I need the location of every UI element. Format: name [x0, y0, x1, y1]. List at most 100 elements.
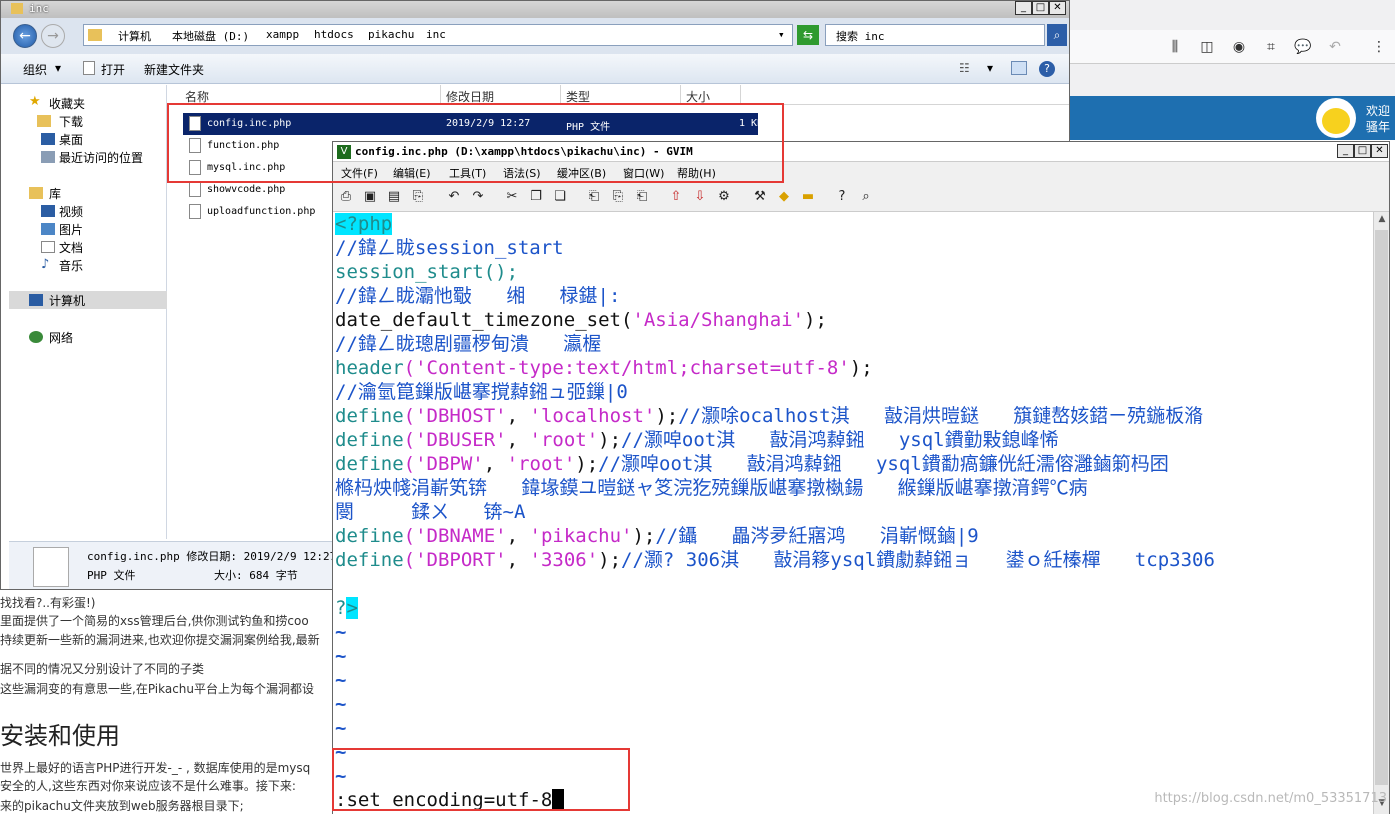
php-close-tag-gt: >: [346, 597, 358, 619]
code-token: define: [335, 453, 404, 475]
help-icon[interactable]: ?: [833, 188, 851, 206]
gvim-toolbar: ⎙ ▣ ▤ ⎘ ↶ ↷ ✂ ❐ ❏ ⎗ ⎘ ⎗ ⇧ ⇩ ⚙ ⚒ ◆ ▬ ? ⌕: [333, 184, 1389, 212]
save-icon[interactable]: ▣: [361, 188, 379, 206]
code-token: (: [403, 453, 416, 475]
paste-icon[interactable]: ❏: [551, 188, 569, 206]
code-line: date_default_timezone_set('Asia/Shanghai…: [335, 308, 827, 332]
code-token: //灏唕oot淇 敼涓鸿繛鎺 ysql鐨勫瘑鐮侊紝濡傛灉鏀箣杩囨: [598, 453, 1169, 475]
sidebar-icon[interactable]: ◫: [1198, 38, 1216, 56]
vertical-scrollbar[interactable]: ▲ ▼: [1373, 212, 1389, 814]
maximize-button[interactable]: □: [1032, 1, 1049, 15]
make-icon[interactable]: ⚒: [751, 188, 769, 206]
shell-icon[interactable]: ◆: [775, 188, 793, 206]
save-all-icon[interactable]: ▤: [385, 188, 403, 206]
nav-desktop[interactable]: 桌面: [59, 131, 83, 148]
organize-button[interactable]: 组织: [23, 61, 47, 78]
find-next-icon[interactable]: ⎘: [609, 188, 627, 206]
menu-icon[interactable]: ⋮: [1370, 38, 1388, 56]
code-line: <?php: [335, 212, 393, 236]
run-script-icon[interactable]: ⚙: [715, 188, 733, 206]
code-line: //鍏ㄥ眬璁剧疆椤甸潰 瀛楃: [335, 333, 602, 355]
undo-icon[interactable]: ↶: [1326, 38, 1344, 56]
nav-libraries[interactable]: 库: [49, 185, 61, 202]
command-bar: 组织 ▾ 打开 新建文件夹 ☷ ▾ ?: [1, 54, 1069, 84]
print-icon[interactable]: ⎘: [409, 188, 427, 206]
nav-favorites[interactable]: 收藏夹: [49, 95, 85, 112]
details-size: 大小: 684 字节: [214, 569, 298, 582]
account-icon[interactable]: ◉: [1230, 38, 1248, 56]
scroll-thumb[interactable]: [1375, 230, 1388, 785]
code-token: define: [335, 429, 404, 451]
code-token: 'Asia/Shanghai': [632, 309, 805, 331]
chevron-down-icon[interactable]: ▾: [55, 61, 61, 75]
help-icon[interactable]: ?: [1039, 61, 1055, 77]
open-button[interactable]: 打开: [101, 61, 125, 78]
search-input[interactable]: 搜索 inc: [825, 24, 1045, 46]
view-options-icon[interactable]: ☷: [959, 61, 970, 75]
nav-videos[interactable]: 视频: [59, 203, 83, 220]
network-icon: [29, 331, 43, 343]
explorer-title-bar[interactable]: inc _ □ ✕: [1, 1, 1069, 18]
minimize-button[interactable]: _: [1337, 144, 1354, 158]
new-folder-button[interactable]: 新建文件夹: [144, 61, 204, 78]
welcome-text-2: 骚年: [1366, 120, 1391, 134]
load-session-icon[interactable]: ⇧: [667, 188, 685, 206]
breadcrumb-xampp[interactable]: xampp: [266, 28, 299, 41]
forward-button[interactable]: →: [41, 24, 65, 48]
nav-pictures[interactable]: 图片: [59, 221, 83, 238]
save-session-icon[interactable]: ⇩: [691, 188, 709, 206]
libraries-icon: [29, 187, 43, 199]
breadcrumb-pikachu[interactable]: pikachu: [368, 28, 414, 41]
code-editor[interactable]: <?php //鍏ㄥ眬session_start session_start()…: [333, 212, 1373, 814]
chat-icon[interactable]: 💬: [1294, 38, 1312, 56]
minimize-button[interactable]: _: [1015, 1, 1032, 15]
code-line: define('DBPORT', '3306');//灏? 306淇 敼涓簃ys…: [335, 548, 1215, 572]
details-type: PHP 文件: [87, 569, 136, 582]
preview-pane-icon[interactable]: [1011, 61, 1027, 75]
php-open-tag: <?php: [335, 213, 393, 235]
code-token: 'DBHOST': [415, 405, 507, 427]
code-token: date_default_timezone_set(: [335, 309, 633, 331]
find-help-icon[interactable]: ⌕: [857, 188, 875, 206]
open-icon[interactable]: ⎙: [337, 188, 355, 206]
library-icon[interactable]: ⫼: [1166, 38, 1184, 56]
back-button[interactable]: ←: [13, 24, 37, 48]
nav-computer[interactable]: 计算机: [49, 292, 85, 309]
find-prev-icon[interactable]: ⎗: [633, 188, 651, 206]
breadcrumb-inc[interactable]: inc: [426, 28, 446, 41]
address-bar[interactable]: 计算机 本地磁盘 (D:) xampp htdocs pikachu inc ▾: [83, 24, 793, 46]
breadcrumb-drive-d[interactable]: 本地磁盘 (D:): [172, 28, 249, 44]
file-list-header: 名称 修改日期 类型 大小: [169, 85, 1069, 105]
close-button[interactable]: ✕: [1371, 144, 1388, 158]
nav-recent[interactable]: 最近访问的位置: [59, 149, 143, 166]
cut-icon[interactable]: ✂: [503, 188, 521, 206]
nav-documents[interactable]: 文档: [59, 239, 83, 256]
nav-downloads[interactable]: 下载: [59, 113, 83, 130]
breadcrumb-computer[interactable]: 计算机: [118, 28, 151, 44]
tag-icon[interactable]: ▬: [799, 188, 817, 206]
undo-icon[interactable]: ↶: [445, 188, 463, 206]
chevron-down-icon[interactable]: ▾: [778, 28, 785, 41]
star-icon: ★: [29, 94, 41, 109]
nav-computer-row[interactable]: 计算机: [9, 291, 167, 309]
watermark: https://blog.csdn.net/m0_53351713: [1154, 791, 1387, 806]
refresh-button[interactable]: ⇆: [797, 25, 819, 45]
code-line: //鍏ㄥ眬灞忚斀 缃 椂鍖|:: [335, 285, 621, 307]
scroll-up-icon[interactable]: ▲: [1376, 214, 1388, 228]
web-line: 来的pikachu文件夹放到web服务器根目录下;: [0, 799, 244, 813]
screenshot-icon[interactable]: ⌗: [1262, 38, 1280, 56]
nav-network[interactable]: 网络: [49, 329, 73, 346]
search-icon[interactable]: ⌕: [1047, 24, 1067, 46]
find-replace-icon[interactable]: ⎗: [585, 188, 603, 206]
nav-music[interactable]: 音乐: [59, 257, 83, 274]
breadcrumb-htdocs[interactable]: htdocs: [314, 28, 354, 41]
maximize-button[interactable]: □: [1354, 144, 1371, 158]
computer-icon: [29, 294, 43, 306]
close-button[interactable]: ✕: [1049, 1, 1066, 15]
code-token: //灏唕oot淇 敼涓鸿繛鎺 ysql鐨勭敤鎴峰悕: [621, 429, 1059, 451]
copy-icon[interactable]: ❐: [527, 188, 545, 206]
code-token: 'root': [506, 453, 576, 475]
php-file-icon: [33, 547, 69, 587]
chevron-down-icon[interactable]: ▾: [987, 61, 993, 75]
redo-icon[interactable]: ↷: [469, 188, 487, 206]
